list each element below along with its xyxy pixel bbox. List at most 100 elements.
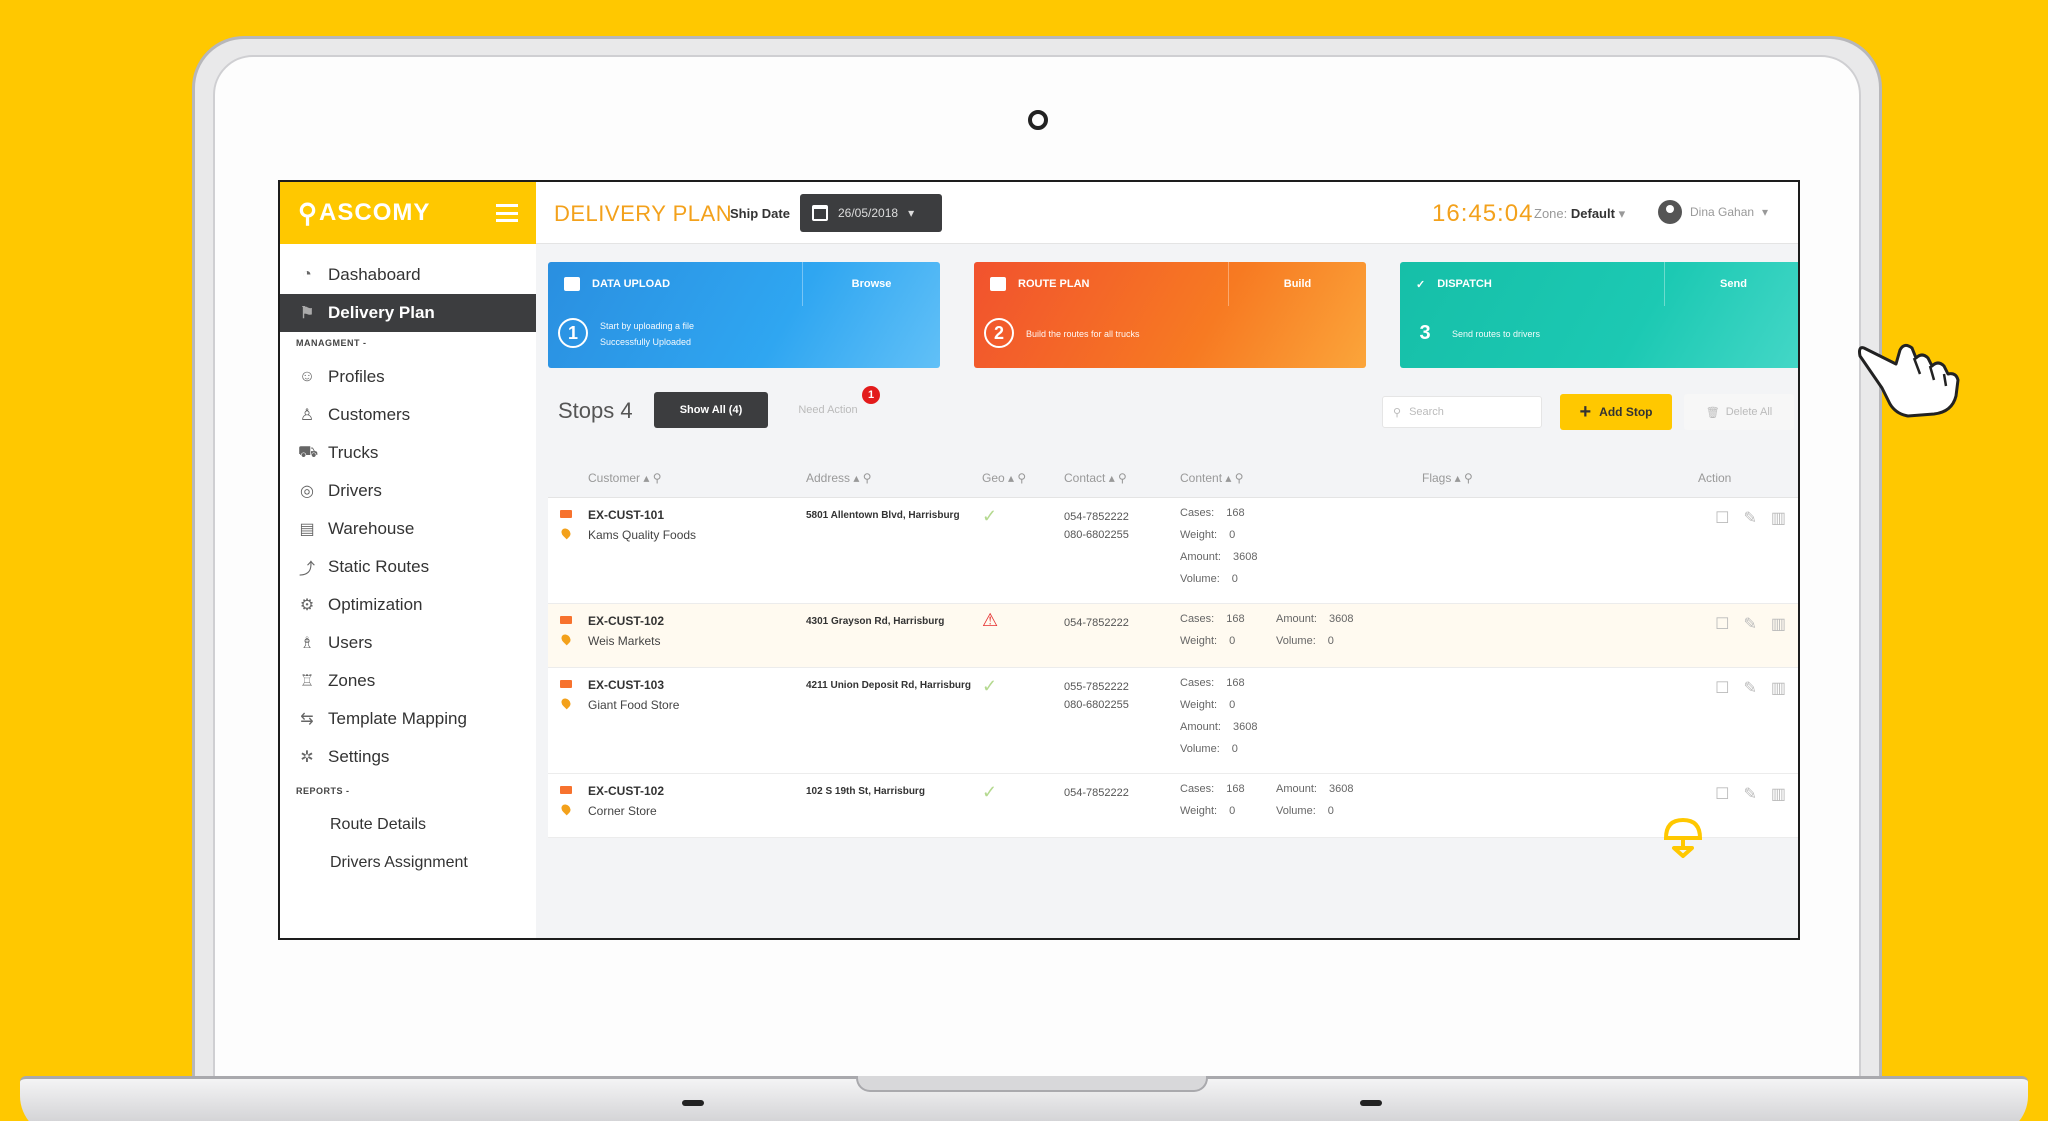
cases-value: 168	[1226, 677, 1245, 689]
sidebar-item-drivers-assignment[interactable]: Drivers Assignment	[280, 844, 536, 882]
sidebar-item-label: Customers	[328, 405, 411, 424]
sidebar: ◔ Dashaboard ⚑ Delivery Plan MANAGMENT -…	[280, 244, 536, 938]
table-row[interactable]: EX-CUST-101 Kams Quality Foods 5801 Allen…	[548, 498, 1798, 604]
user-name: Dina Gahan	[1690, 205, 1755, 219]
trash-icon[interactable]: ▥	[1771, 614, 1786, 634]
ship-date-value: 26/05/2018	[838, 206, 899, 220]
ship-date-picker[interactable]: 26/05/2018 ▾	[800, 194, 942, 232]
cases-value: 168	[1226, 613, 1245, 625]
sidebar-item-label: Delivery Plan	[328, 303, 435, 322]
volume-value: 0	[1231, 573, 1238, 585]
user-menu[interactable]: Dina Gahan ▾	[1658, 200, 1768, 224]
location-pin-icon	[559, 696, 573, 710]
address: 4211 Union Deposit Rd, Harrisburg	[806, 680, 972, 691]
add-stop-button[interactable]: + Add Stop	[1560, 394, 1672, 430]
delete-all-button[interactable]: 🗑 Delete All	[1684, 394, 1794, 430]
edit-form-icon[interactable]: ☐	[1715, 508, 1729, 528]
sidebar-item-drivers[interactable]: ◎ Drivers	[280, 472, 536, 510]
stops-table: Customer ▴ ⚲ Address ▴ ⚲ Geo ▴ ⚲ Contact…	[548, 460, 1798, 838]
address: 4301 Grayson Rd, Harrisburg	[806, 616, 945, 627]
management-section-label[interactable]: MANAGMENT -	[280, 332, 536, 358]
logo-text: ASCOMY	[319, 199, 431, 226]
column-header-geo[interactable]: Geo ▴ ⚲	[982, 471, 1026, 485]
amount-value: 3608	[1328, 613, 1354, 625]
pencil-icon[interactable]: ✎	[1743, 508, 1756, 528]
table-row[interactable]: EX-CUST-102 Corner Store 102 S 19th St, H…	[548, 774, 1798, 838]
customers-icon: ♙	[299, 407, 315, 424]
table-row[interactable]: EX-CUST-103 Giant Food Store 4211 Union D…	[548, 668, 1798, 774]
build-button[interactable]: Build	[1228, 262, 1366, 306]
sidebar-item-trucks[interactable]: ⛟ Trucks	[280, 434, 536, 472]
column-header-content[interactable]: Content ▴ ⚲	[1180, 471, 1244, 485]
pencil-icon[interactable]: ✎	[1743, 678, 1756, 698]
zones-icon: ♖	[299, 673, 315, 690]
trash-icon: 🗑	[1705, 406, 1720, 419]
laptop-foot	[682, 1100, 704, 1106]
card-description: Send routes to drivers	[1452, 329, 1541, 339]
sidebar-item-warehouse[interactable]: ▤ Warehouse	[280, 510, 536, 548]
edit-form-icon[interactable]: ☐	[1715, 614, 1729, 634]
row-icons	[559, 510, 573, 540]
dispatch-card: ✓ DISPATCH Send 3 Send routes to drivers	[1400, 262, 1798, 368]
sidebar-item-settings[interactable]: ✲ Settings	[280, 738, 536, 776]
amount-value: 3608	[1232, 721, 1258, 733]
mapping-icon: ⇆	[300, 711, 314, 728]
search-input[interactable]: ⚲ Search	[1382, 396, 1542, 428]
sidebar-item-users[interactable]: ♗ Users	[280, 624, 536, 662]
card-title: DATA UPLOAD	[592, 278, 671, 290]
sidebar-item-profiles[interactable]: ☺ Profiles	[280, 358, 536, 396]
chevron-down-icon: ▾	[908, 206, 915, 220]
dashboard-icon: ◔	[302, 266, 312, 283]
column-header-address[interactable]: Address ▴ ⚲	[806, 471, 872, 485]
edit-form-icon[interactable]: ☐	[1715, 784, 1729, 804]
check-icon: ✓	[1416, 278, 1426, 291]
column-header-contact[interactable]: Contact ▴ ⚲	[1064, 471, 1127, 485]
check-icon: ✓	[982, 676, 998, 696]
location-pin-icon	[559, 802, 573, 816]
sidebar-item-optimization[interactable]: ⚙ Optimization	[280, 586, 536, 624]
sidebar-item-template-mapping[interactable]: ⇆ Template Mapping	[280, 700, 536, 738]
table-row[interactable]: EX-CUST-102 Weis Markets 4301 Grayson Rd,…	[548, 604, 1798, 668]
cases-value: 168	[1226, 783, 1245, 795]
sidebar-item-zones[interactable]: ♖ Zones	[280, 662, 536, 700]
zone-selector[interactable]: Zone: Default ▾	[1534, 206, 1625, 222]
edit-form-icon[interactable]: ☐	[1715, 678, 1729, 698]
column-header-action: Action	[1698, 471, 1732, 485]
logo[interactable]: ⚲ ASCOMY	[280, 182, 536, 244]
location-pin-icon	[559, 632, 573, 646]
trash-icon[interactable]: ▥	[1771, 784, 1786, 804]
amount-label: Amount:	[1276, 613, 1317, 625]
pencil-icon[interactable]: ✎	[1743, 614, 1756, 634]
weight-label: Weight:	[1180, 699, 1218, 711]
column-header-flags[interactable]: Flags ▴ ⚲	[1422, 471, 1473, 485]
sidebar-item-dashboard[interactable]: ◔ Dashaboard	[280, 256, 536, 294]
pencil-icon[interactable]: ✎	[1743, 784, 1756, 804]
customer-name: Corner Store	[588, 804, 657, 818]
cases-label: Cases:	[1180, 613, 1215, 625]
sidebar-item-delivery-plan[interactable]: ⚑ Delivery Plan	[280, 294, 536, 332]
plus-icon: +	[1579, 400, 1592, 423]
show-all-button[interactable]: Show All (4)	[654, 392, 768, 428]
row-icons	[559, 786, 573, 816]
warning-icon[interactable]: ⚠	[982, 610, 998, 631]
sidebar-item-label: Profiles	[328, 367, 385, 386]
column-header-label: Content	[1180, 471, 1223, 485]
menu-icon[interactable]	[496, 204, 518, 222]
trash-icon[interactable]: ▥	[1771, 508, 1786, 528]
sidebar-item-customers[interactable]: ♙ Customers	[280, 396, 536, 434]
browse-button[interactable]: Browse	[802, 262, 940, 306]
location-pin-icon	[559, 526, 573, 540]
send-button[interactable]: Send	[1664, 262, 1798, 306]
column-header-label: Contact	[1064, 471, 1106, 485]
check-icon: ✓	[982, 782, 998, 802]
reports-section-label[interactable]: REPORTS -	[280, 776, 536, 806]
weight-label: Weight:	[1180, 805, 1218, 817]
sidebar-item-route-details[interactable]: Route Details	[280, 806, 536, 844]
card-description: Start by uploading a file	[600, 321, 695, 331]
laptop-foot	[1360, 1100, 1382, 1106]
sidebar-item-static-routes[interactable]: ⤴ Static Routes	[280, 548, 536, 586]
column-header-customer[interactable]: Customer ▴ ⚲	[588, 471, 662, 485]
row-actions: ☐ ✎ ▥	[1715, 614, 1786, 634]
chevron-down-icon: ▾	[1762, 205, 1769, 219]
trash-icon[interactable]: ▥	[1771, 678, 1786, 698]
